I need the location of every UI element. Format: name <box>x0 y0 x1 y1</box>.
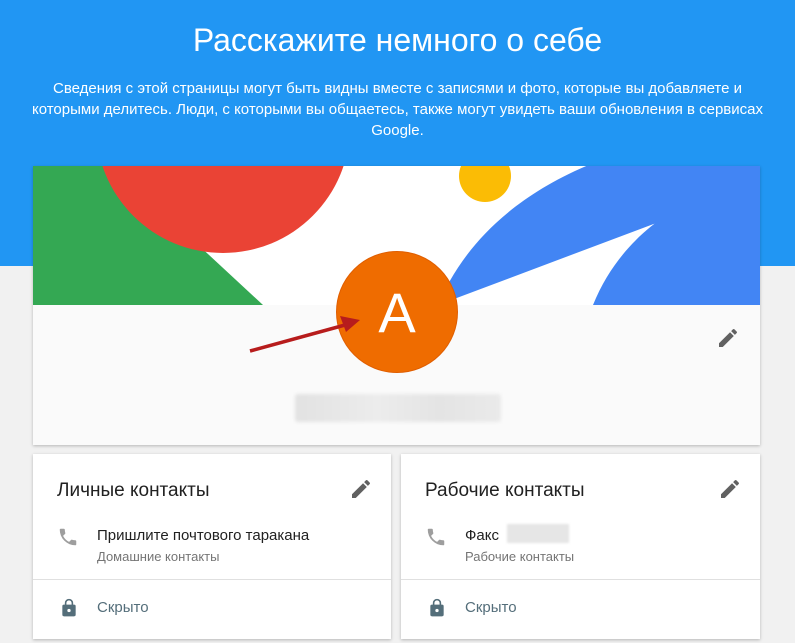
profile-card: A <box>33 166 760 445</box>
phone-icon <box>425 526 447 548</box>
personal-visibility[interactable]: Скрыто <box>57 596 357 620</box>
personal-contacts-title: Личные контакты <box>57 480 210 501</box>
divider <box>401 579 760 580</box>
page-subtitle: Сведения с этой страницы могут быть видн… <box>31 80 763 139</box>
avatar-letter: A <box>378 280 416 344</box>
personal-contact-item[interactable]: Пришлите почтового таракана Домашние кон… <box>57 524 367 568</box>
visibility-status: Скрыто <box>97 599 149 616</box>
divider <box>33 579 391 580</box>
work-visibility[interactable]: Скрыто <box>425 596 725 620</box>
phone-icon <box>57 526 79 548</box>
lock-icon <box>59 597 79 619</box>
work-contact-value: Факс <box>465 527 499 544</box>
redacted-fax-number <box>507 524 569 543</box>
work-contact-label: Рабочие контакты <box>465 549 575 564</box>
work-contact-item[interactable]: Факс Рабочие контакты <box>425 524 735 568</box>
edit-work-pencil-icon[interactable] <box>718 477 742 501</box>
personal-contacts-card: Личные контакты Пришлите почтового тарак… <box>33 454 391 639</box>
page-title: Расскажите немного о себе <box>192 22 603 58</box>
personal-contact-label: Домашние контакты <box>97 549 220 564</box>
avatar[interactable]: A <box>336 251 458 373</box>
edit-personal-pencil-icon[interactable] <box>349 477 373 501</box>
work-contacts-card: Рабочие контакты Факс Рабочие контакты С… <box>401 454 760 639</box>
personal-contact-value: Пришлите почтового таракана <box>97 527 310 544</box>
lock-icon <box>427 597 447 619</box>
work-contacts-title: Рабочие контакты <box>425 480 585 501</box>
visibility-status: Скрыто <box>465 599 517 616</box>
redacted-name <box>295 394 501 422</box>
edit-profile-pencil-icon[interactable] <box>716 326 740 350</box>
